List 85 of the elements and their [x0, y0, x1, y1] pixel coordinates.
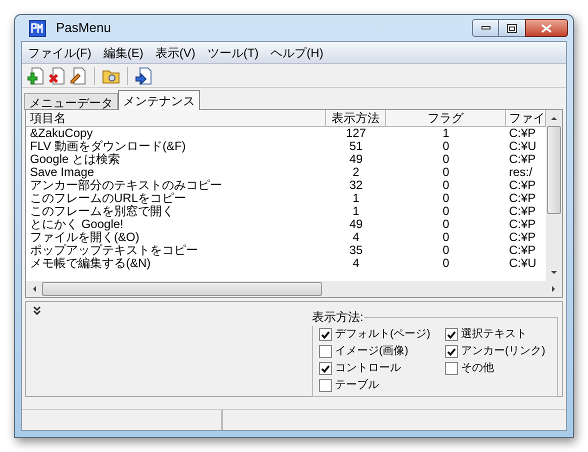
table-cell-text: このフレームを別窓で開く: [29, 205, 175, 218]
table-cell-text: 1: [352, 205, 360, 218]
checkbox[interactable]: [319, 362, 332, 375]
column-header[interactable]: 表示方法: [326, 110, 386, 126]
table-cell-text: 0: [442, 218, 450, 231]
table-cell-text: 0: [442, 231, 450, 244]
checkbox-label: テーブル: [335, 378, 379, 394]
folder-icon[interactable]: [102, 68, 120, 84]
menu-item[interactable]: 編集(E): [103, 44, 144, 62]
table-cell-text: 127: [344, 127, 368, 140]
table-cell-text: アンカー部分のテキストのみコピー: [29, 179, 223, 192]
table-cell-text: FLV 動画をダウンロード(&F): [29, 140, 187, 153]
menu-item[interactable]: ツール(T): [207, 44, 259, 62]
table-cell-text: C:¥U: [508, 257, 538, 270]
table-cell-text: 0: [442, 257, 450, 270]
checkbox[interactable]: [319, 328, 332, 341]
tab[interactable]: メンテナンス: [118, 90, 200, 110]
app-logo-icon: [29, 20, 46, 36]
table-cell-text: 32: [348, 179, 364, 192]
checkbox[interactable]: [319, 345, 332, 358]
table-cell-text: C:¥P: [508, 244, 537, 257]
close-icon: [541, 24, 552, 32]
table-cell-text: C:¥P: [508, 179, 537, 192]
import-document-icon[interactable]: [135, 66, 153, 84]
column-header[interactable]: フラグ: [386, 110, 506, 126]
checkbox-label: コントロール: [335, 361, 401, 376]
table-cell-text: 0: [442, 153, 450, 166]
table-cell-text: 51: [348, 140, 364, 153]
table-cell-text: 49: [348, 153, 364, 166]
table-cell-text: このフレームのURLをコピー: [29, 192, 188, 205]
table-cell-text: 49: [348, 218, 364, 231]
checkbox-label: アンカー(リンク): [461, 344, 546, 360]
table-cell-text: 0: [442, 244, 450, 257]
table-cell-text: メモ帳で編集する(&N): [29, 257, 152, 270]
add-document-icon[interactable]: [27, 66, 45, 84]
window-title: PasMenu: [56, 19, 111, 38]
table-cell-text: 0: [442, 205, 450, 218]
table-cell-text: 0: [442, 166, 450, 179]
checkbox[interactable]: [445, 328, 458, 341]
menu-item[interactable]: ファイル(F): [28, 44, 92, 62]
table-cell-text: C:¥U: [508, 140, 538, 153]
maximize-button[interactable]: [499, 19, 525, 37]
table-cell-text: C:¥P: [508, 231, 537, 244]
edit-document-icon[interactable]: [69, 66, 87, 84]
table-cell-text: とにかく Google!: [29, 218, 124, 231]
checkbox-label: その他: [461, 361, 494, 376]
checkbox[interactable]: [445, 345, 458, 358]
vertical-scrollbar[interactable]: [546, 110, 562, 281]
minimize-icon: [480, 26, 490, 30]
maximize-icon: [507, 24, 517, 32]
menu-item[interactable]: 表示(V): [155, 44, 196, 62]
checkbox-label: デフォルト(ページ): [335, 327, 430, 342]
tab[interactable]: メニューデータ: [24, 93, 118, 110]
table-cell-text: C:¥P: [508, 153, 537, 166]
table-cell-text: 1: [442, 127, 450, 140]
checkbox-label: 選択テキスト: [461, 327, 527, 342]
group-title: 表示方法:: [311, 309, 364, 326]
table-cell-text: 0: [442, 140, 450, 153]
horizontal-scrollbar[interactable]: [26, 281, 562, 297]
table-cell-text: C:¥P: [508, 192, 537, 205]
table-cell-text: Save Image: [29, 166, 96, 179]
table-cell-text: Google とは検索: [29, 153, 122, 166]
table-cell-text: ポップアップテキストをコピー: [29, 244, 199, 257]
checkbox-label: イメージ(画像): [335, 344, 408, 360]
expand-chevron-icon[interactable]: [33, 306, 41, 315]
table-cell-text: 1: [352, 192, 360, 205]
delete-document-icon[interactable]: [48, 66, 66, 84]
table-cell-text: res:/: [508, 166, 534, 179]
table-cell-text: C:¥P: [508, 127, 537, 140]
table-cell-text: ファイルを開く(&O): [29, 231, 140, 244]
table-cell-text: 35: [348, 244, 364, 257]
menu-item[interactable]: ヘルプ(H): [270, 44, 324, 62]
checkbox[interactable]: [319, 379, 332, 392]
checkbox[interactable]: [445, 362, 458, 375]
column-header[interactable]: 項目名: [26, 110, 326, 126]
table-cell-text: &ZakuCopy: [29, 127, 94, 140]
minimize-button[interactable]: [472, 19, 499, 37]
table-cell-text: 2: [352, 166, 360, 179]
close-button[interactable]: [525, 19, 568, 37]
table-cell-text: C:¥P: [508, 205, 537, 218]
table-cell-text: 0: [442, 179, 450, 192]
table-cell-text: 4: [352, 257, 360, 270]
table-cell-text: C:¥P: [508, 218, 537, 231]
table-cell-text: 4: [352, 231, 360, 244]
table-cell-text: 0: [442, 192, 450, 205]
